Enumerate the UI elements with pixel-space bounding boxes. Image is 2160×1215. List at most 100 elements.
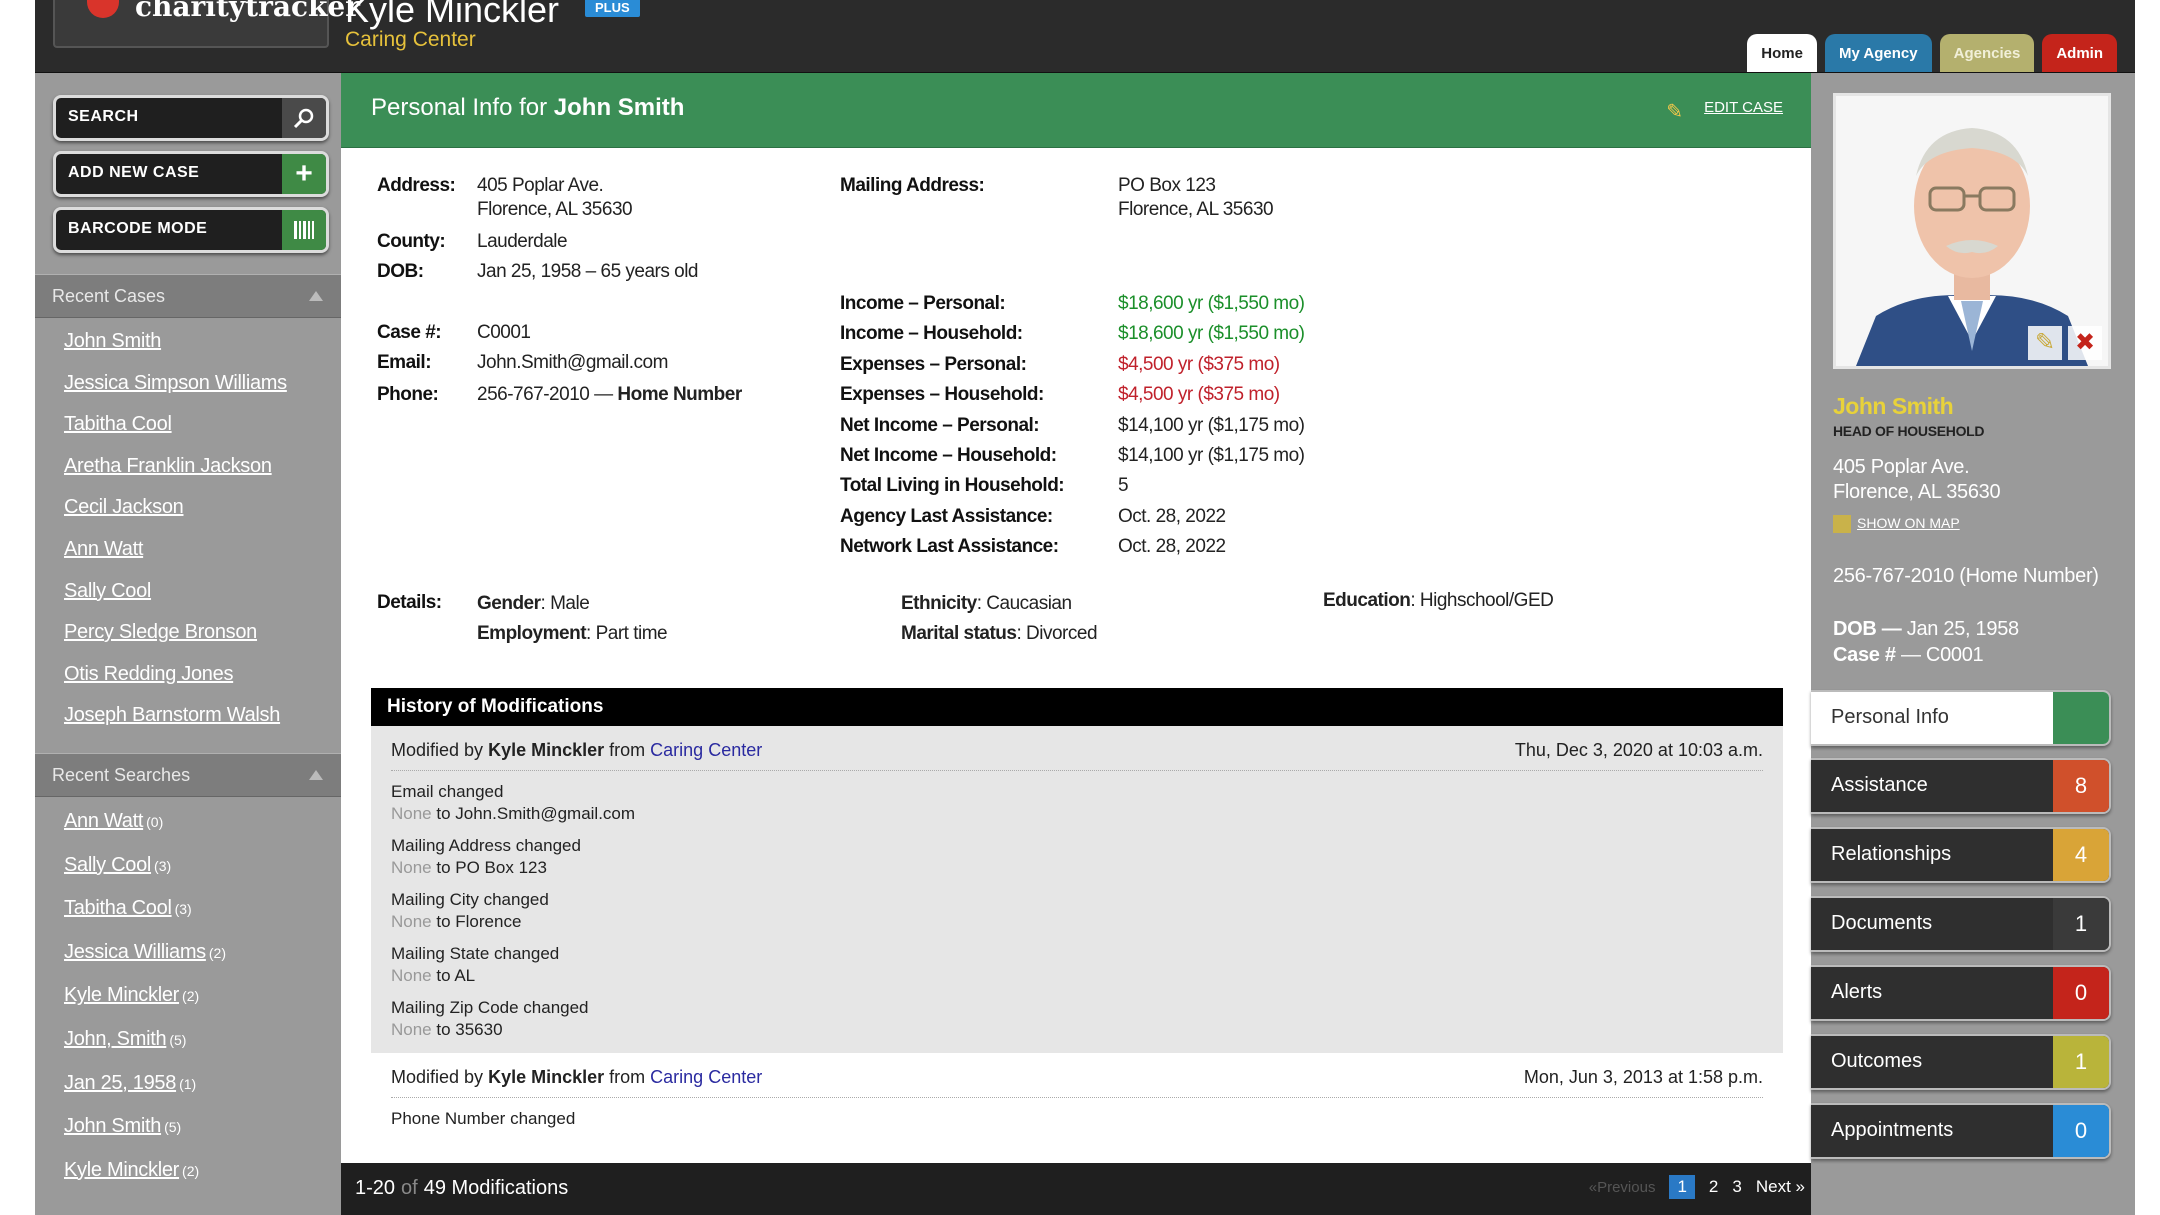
phone-number: 256-767-2010 — — [477, 384, 613, 405]
employment-label: Employment — [477, 623, 587, 644]
phone-type: Home Number — [617, 384, 742, 405]
recent-searches-header[interactable]: Recent Searches — [35, 753, 341, 797]
tab-outcomes[interactable]: Outcomes 1 — [1811, 1034, 2111, 1090]
tab-alerts[interactable]: Alerts 0 — [1811, 965, 2111, 1021]
financial-label: Income – Personal: — [840, 293, 1006, 314]
recent-cases-title: Recent Cases — [52, 286, 166, 306]
range-value: 1-20 — [355, 1177, 396, 1199]
financials-labels: Income – Personal: Income – Household: Exp… — [840, 289, 1065, 563]
recent-case-link[interactable]: Ann Watt — [64, 538, 143, 560]
map-icon — [1833, 515, 1851, 534]
tab-documents[interactable]: Documents 1 — [1811, 896, 2111, 952]
search-button[interactable]: SEARCH — [53, 95, 329, 141]
modified-by: Modified by Kyle Minckler from Caring Ce… — [391, 740, 762, 761]
show-on-map-link[interactable]: SHOW ON MAP — [1857, 515, 1960, 531]
tab-personal-info[interactable]: Personal Info — [1811, 690, 2111, 746]
recent-search-link[interactable]: John Smith — [64, 1115, 161, 1137]
tab-relationships[interactable]: Relationships 4 — [1811, 827, 2111, 883]
recent-search-link[interactable]: John, Smith — [64, 1028, 167, 1050]
collapse-icon[interactable] — [309, 291, 323, 301]
education-value: : Highschool/GED — [1410, 590, 1554, 611]
recent-search-link[interactable]: Kyle Minckler — [64, 1159, 179, 1181]
recent-case-link[interactable]: Percy Sledge Bronson — [64, 621, 257, 643]
recent-case-link[interactable]: Tabitha Cool — [64, 413, 172, 435]
recent-case-link[interactable]: John Smith — [64, 330, 161, 352]
employment-detail: Employment: Part time — [477, 619, 668, 649]
user-agency: Caring Center — [345, 28, 476, 51]
agency-link[interactable]: Caring Center — [650, 740, 762, 760]
address-label: Address: — [377, 175, 456, 196]
nav-tab-home[interactable]: Home — [1747, 34, 1817, 72]
list-item: Percy Sledge Bronson — [64, 621, 287, 663]
recent-search-link[interactable]: Jan 25, 1958 — [64, 1072, 176, 1094]
page-3-link[interactable]: 3 — [1732, 1177, 1741, 1197]
search-count: (2) — [208, 944, 227, 961]
change-item: Mailing Zip Code changed None to 35630 — [391, 997, 1763, 1041]
list-item: Ann Watt (0) — [64, 810, 226, 854]
user-block: Kyle Minckler PLUS Caring Center — [345, 0, 640, 52]
change-from: None — [391, 1020, 432, 1039]
recent-search-link[interactable]: Tabitha Cool — [64, 897, 172, 919]
financial-label: Net Income – Household: — [840, 445, 1057, 467]
change-from: None — [391, 804, 432, 823]
education-detail: Education: Highschool/GED — [1323, 589, 1554, 613]
financial-label: Net Income – Personal: — [840, 414, 1040, 436]
tab-label: Personal Info — [1831, 706, 1949, 728]
page-2-link[interactable]: 2 — [1709, 1177, 1718, 1197]
details-col3: Education: Highschool/GED — [1323, 589, 1554, 613]
tab-label: Alerts — [1831, 981, 1883, 1003]
email-link[interactable]: John.Smith@gmail.com — [477, 352, 668, 373]
recent-case-link[interactable]: Sally Cool — [64, 580, 151, 602]
email-value: John.Smith@gmail.com — [477, 351, 668, 375]
modified-from: from — [609, 1067, 646, 1087]
tab-count: 8 — [2053, 760, 2109, 812]
change-from: None — [391, 966, 432, 985]
profile-photo: ✎ ✖ — [1833, 93, 2111, 369]
previous-page-link[interactable]: «Previous — [1589, 1179, 1656, 1196]
tab-assistance[interactable]: Assistance 8 — [1811, 758, 2111, 814]
change-item: Phone Number changed — [391, 1108, 1763, 1130]
address-line1: 405 Poplar Ave. — [477, 175, 604, 196]
edit-photo-icon[interactable]: ✎ — [2028, 326, 2062, 360]
charitytracker-logo[interactable]: charitytracker — [53, 0, 360, 48]
list-item: John, Smith (5) — [64, 1028, 226, 1072]
recent-case-link[interactable]: Otis Redding Jones — [64, 663, 233, 685]
search-count: (5) — [164, 1119, 182, 1136]
profile-phone: 256-767-2010 (Home Number) — [1833, 565, 2099, 587]
recent-cases-header[interactable]: Recent Cases — [35, 274, 341, 318]
recent-search-link[interactable]: Jessica Williams — [64, 941, 206, 963]
mailing-value: PO Box 123 Florence, AL 35630 — [1118, 174, 1274, 222]
financial-value: $18,600 yr ($1,550 mo) — [1118, 293, 1305, 314]
tab-count: 0 — [2053, 967, 2109, 1019]
personal-info-header: Personal Info for John Smith ✎ EDIT CASE — [341, 73, 1811, 148]
tab-appointments[interactable]: Appointments 0 — [1811, 1103, 2111, 1159]
nav-tab-my-agency[interactable]: My Agency — [1824, 34, 1932, 72]
financial-value: $18,600 yr ($1,550 mo) — [1118, 323, 1305, 345]
collapse-icon[interactable] — [309, 770, 323, 780]
app-window: charitytracker Kyle Minckler PLUS Caring… — [35, 0, 2135, 1215]
barcode-mode-button[interactable]: BARCODE MODE — [53, 207, 329, 253]
add-new-case-button[interactable]: ADD NEW CASE + — [53, 151, 329, 197]
recent-search-link[interactable]: Ann Watt — [64, 810, 143, 832]
pencil-icon[interactable]: ✎ — [1666, 99, 1683, 124]
recent-search-link[interactable]: Sally Cool — [64, 854, 151, 876]
recent-case-link[interactable]: Joseph Barnstorm Walsh — [64, 704, 280, 726]
page-1-link[interactable]: 1 — [1669, 1175, 1695, 1199]
range-total: 49 Modifications — [423, 1177, 569, 1199]
next-page-link[interactable]: Next » — [1756, 1177, 1805, 1197]
tab-count: 0 — [2053, 1105, 2109, 1157]
agency-link[interactable]: Caring Center — [650, 1067, 762, 1087]
recent-case-link[interactable]: Cecil Jackson — [64, 496, 184, 518]
financial-label: Network Last Assistance: — [840, 536, 1059, 558]
recent-case-link[interactable]: Jessica Simpson Williams — [64, 372, 287, 394]
recent-case-link[interactable]: Aretha Franklin Jackson — [64, 455, 272, 477]
edit-case-link[interactable]: EDIT CASE — [1704, 99, 1783, 116]
delete-photo-icon[interactable]: ✖ — [2068, 326, 2102, 360]
list-item: Kyle Minckler (2) — [64, 1159, 226, 1203]
details-label: Details: — [377, 592, 442, 613]
recent-search-link[interactable]: Kyle Minckler — [64, 984, 179, 1006]
nav-tab-admin[interactable]: Admin — [2042, 34, 2117, 72]
recent-searches-list: Ann Watt (0) Sally Cool (3) Tabitha Cool (3… — [64, 810, 226, 1202]
title-name: John Smith — [553, 94, 685, 121]
nav-tab-agencies[interactable]: Agencies — [1939, 34, 2035, 72]
